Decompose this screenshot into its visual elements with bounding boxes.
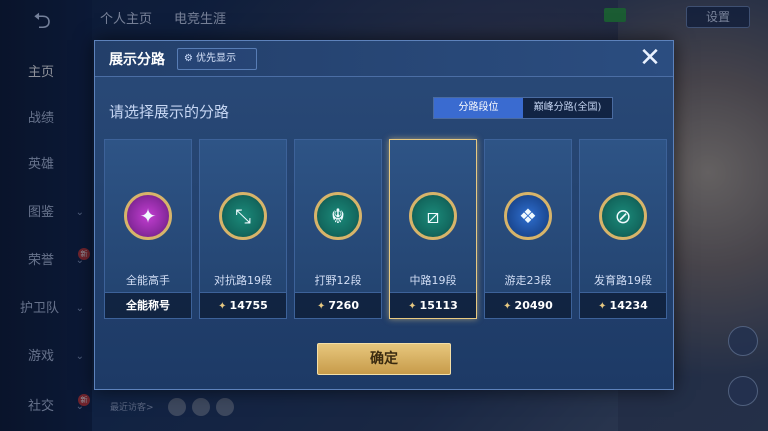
roam-emblem-icon: ❖ [504,192,552,240]
card-label: 中路19段 [409,274,457,287]
clash-lane-emblem-icon: ⤡ [219,192,267,240]
jungle-emblem-icon: ☬ [314,192,362,240]
lane-card-allround[interactable]: ✦ 全能高手 全能称号 [104,139,192,319]
card-label: 全能高手 [126,274,170,287]
priority-display-button[interactable]: ⚙ 优先显示 [177,48,257,70]
all-round-emblem-icon: ✦ [124,192,172,240]
lane-card-clash[interactable]: ⤡ 对抗路19段 ✦ 14755 [199,139,287,319]
card-label: 游走23段 [504,274,552,287]
dialog-subtitle: 请选择展示的分路 [109,103,230,121]
card-value: ✦ 14234 [580,292,666,318]
card-label: 打野12段 [314,274,362,287]
card-value: ✦ 15113 [390,292,476,318]
star-icon: ✦ [316,301,326,312]
lane-card-jungle[interactable]: ☬ 打野12段 ✦ 7260 [294,139,382,319]
star-icon: ✦ [503,301,512,312]
card-value: ✦ 20490 [485,292,571,318]
star-icon: ✦ [218,301,227,312]
segment-control: 分路段位 巅峰分路(全国) [433,97,613,119]
mid-lane-emblem-icon: ⧄ [409,192,457,240]
card-label: 对抗路19段 [214,274,272,287]
tab-lane-rank[interactable]: 分路段位 [434,98,523,118]
card-value: ✦ 7260 [295,292,381,318]
star-icon: ✦ [598,301,607,312]
star-icon: ✦ [408,301,417,312]
dialog-title: 展示分路 [109,52,165,68]
lane-display-dialog: 展示分路 ⚙ 优先显示 ✕ 请选择展示的分路 分路段位 巅峰分路(全国) ✦ 全能… [94,40,674,390]
card-label: 发育路19段 [594,274,652,287]
close-icon[interactable]: ✕ [635,43,665,73]
card-value: 全能称号 [105,292,191,318]
gear-icon: ⚙ [184,53,193,64]
lane-cards: ✦ 全能高手 全能称号 ⤡ 对抗路19段 ✦ 14755 ☬ 打野12段 ✦ 726… [104,139,667,319]
tab-peak-lane[interactable]: 巅峰分路(全国) [523,98,612,118]
dialog-header: 展示分路 ⚙ 优先显示 ✕ [95,41,673,77]
lane-card-farm[interactable]: ⊘ 发育路19段 ✦ 14234 [579,139,667,319]
lane-card-roam[interactable]: ❖ 游走23段 ✦ 20490 [484,139,572,319]
confirm-button[interactable]: 确定 [317,343,451,375]
farm-lane-emblem-icon: ⊘ [599,192,647,240]
lane-card-mid[interactable]: ⧄ 中路19段 ✦ 15113 [389,139,477,319]
card-value: ✦ 14755 [200,292,286,318]
